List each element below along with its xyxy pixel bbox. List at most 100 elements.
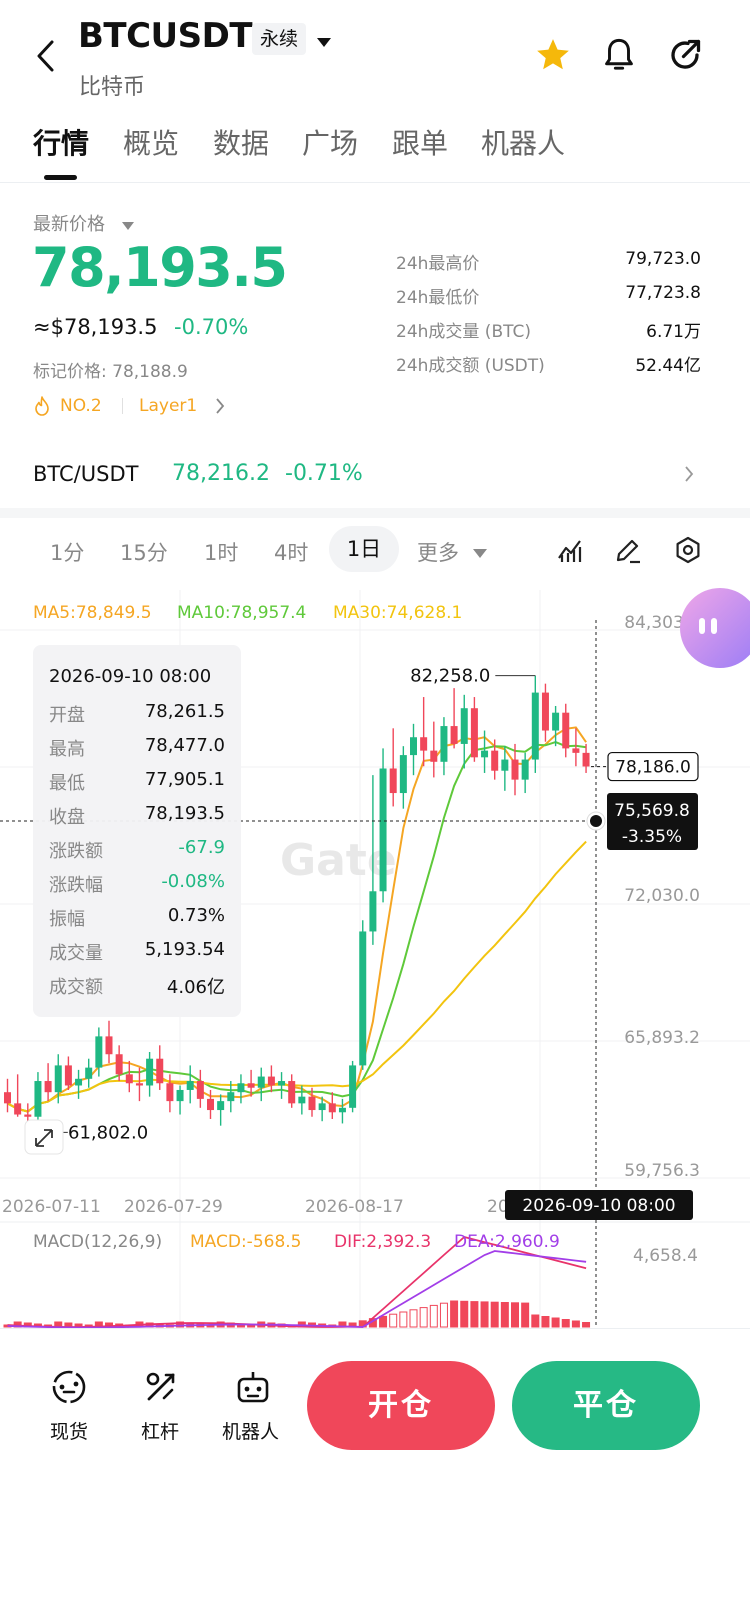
tooltip-row-label: 最高 (49, 739, 85, 760)
candle-body (135, 1083, 143, 1086)
tab-copy-trade[interactable]: 跟单 (392, 122, 448, 162)
robot-icon[interactable] (234, 1368, 272, 1410)
spot-pair-row[interactable]: BTC/USDT 78,216.2 -0.71% (0, 448, 750, 502)
candle-body (125, 1074, 133, 1084)
indicator-icon[interactable] (556, 536, 584, 568)
macd-bar (551, 1317, 560, 1328)
divider (0, 182, 750, 183)
candle-body (369, 891, 377, 932)
candle-body (247, 1083, 255, 1088)
macd-bar (541, 1316, 550, 1328)
rank-tag[interactable]: NO.2 (60, 396, 102, 416)
candle-body (237, 1083, 245, 1093)
back-arrow-icon[interactable] (30, 38, 66, 74)
candle-body (308, 1096, 316, 1111)
price-change: -0.70% (174, 315, 249, 339)
macd-bar (500, 1302, 509, 1328)
interval-1d-active[interactable]: 1日 (329, 526, 399, 572)
leverage-label[interactable]: 杠杆 (141, 1417, 179, 1444)
tab-square[interactable]: 广场 (302, 122, 358, 162)
stat-row: 24h成交量 (BTC) 6.71万 (396, 316, 701, 350)
draw-pencil-icon[interactable] (614, 536, 642, 568)
close-position-button[interactable]: 平仓 (512, 1361, 700, 1450)
sector-chevron-right-icon[interactable] (215, 398, 225, 418)
macd-bar (450, 1300, 459, 1328)
tooltip-row-label: 收盘 (49, 807, 85, 828)
candle-body (217, 1101, 225, 1111)
nav-tabs: 行情 概览 数据 广场 跟单 机器人 (0, 120, 750, 182)
tooltip-row-value: 78,477.0 (144, 735, 225, 756)
candle-body (501, 759, 509, 771)
stat-row: 24h最低价 77,723.8 (396, 282, 701, 316)
spot-icon[interactable] (50, 1368, 88, 1410)
stat-label: 24h成交量 (BTC) (396, 322, 531, 342)
open-position-button[interactable]: 开仓 (307, 1361, 495, 1450)
stat-row: 24h成交额 (USDT) 52.44亿 (396, 350, 701, 384)
spot-label[interactable]: 现货 (50, 1417, 88, 1444)
candle-body (85, 1067, 93, 1079)
fire-icon (33, 396, 51, 420)
stat-value: 6.71万 (646, 322, 701, 342)
macd-bar (399, 1311, 408, 1328)
macd-bar (379, 1315, 388, 1328)
floating-assistant-button[interactable] (680, 588, 750, 668)
tooltip-date: 2026-09-10 08:00 (49, 666, 212, 687)
interval-4h[interactable]: 4时 (274, 537, 308, 567)
contract-type-badge[interactable]: 永续 (252, 23, 307, 55)
macd-bar (571, 1320, 580, 1328)
candle-body (54, 1065, 62, 1093)
symbol-title[interactable]: BTCUSDT (78, 16, 253, 56)
ohlc-tooltip: 2026-09-10 08:00 开盘 78,261.5 最高 78,477.0 最低 7… (33, 645, 241, 1017)
candle-body (328, 1103, 336, 1113)
tab-market[interactable]: 行情 (33, 122, 89, 162)
candle-body (257, 1076, 265, 1088)
candle-body (298, 1096, 306, 1104)
candle-body (115, 1054, 123, 1075)
settings-hex-icon[interactable] (673, 535, 703, 569)
favorite-star-icon[interactable] (534, 36, 572, 78)
candle-body (24, 1114, 32, 1117)
bell-icon[interactable] (601, 36, 637, 78)
interval-1m[interactable]: 1分 (50, 537, 84, 567)
y-tick-label: 65,893.2 (624, 1028, 700, 1048)
candle-body (34, 1081, 42, 1117)
price-label-dropdown-icon[interactable] (122, 216, 134, 235)
more-dropdown-icon[interactable] (473, 544, 487, 563)
sector-tag[interactable]: Layer1 (139, 396, 197, 416)
leverage-icon[interactable] (142, 1368, 180, 1410)
mark-price: 标记价格: 78,188.9 (33, 362, 188, 382)
tooltip-row-label: 开盘 (49, 705, 85, 726)
tooltip-row-label: 成交量 (49, 943, 103, 964)
price-label[interactable]: 最新价格 (33, 210, 105, 236)
tab-bot[interactable]: 机器人 (481, 122, 565, 162)
robot-label[interactable]: 机器人 (222, 1417, 279, 1444)
stats-panel: 24h最高价 79,723.0 24h最低价 77,723.8 24h成交量 (BT… (396, 248, 701, 384)
interval-1h[interactable]: 1时 (204, 537, 238, 567)
tooltip-row-label: 最低 (49, 773, 85, 794)
bottom-bar: 现货 杠杆 机器人 开仓 平仓 (0, 1328, 750, 1604)
candle-body (288, 1081, 296, 1104)
macd-bar (511, 1302, 519, 1328)
usd-price: ≈$78,193.5 (33, 315, 158, 339)
tooltip-row-value: 78,193.5 (144, 803, 225, 824)
candle-body (4, 1092, 11, 1104)
tab-data[interactable]: 数据 (213, 122, 269, 162)
interval-more[interactable]: 更多 (417, 537, 459, 567)
tooltip-row-label: 振幅 (49, 909, 85, 930)
chevron-right-icon[interactable] (684, 466, 694, 486)
macd-bar (521, 1302, 530, 1328)
symbol-dropdown-icon[interactable] (316, 33, 332, 52)
candle-body (440, 726, 448, 762)
candle-body (562, 712, 570, 749)
macd-label: MACD(12,26,9) (33, 1232, 163, 1252)
ma5-legend: MA5:78,849.5 (33, 603, 152, 623)
interval-15m[interactable]: 15分 (120, 537, 168, 567)
macd-bar (439, 1302, 448, 1328)
candle-body (349, 1065, 357, 1108)
tab-overview[interactable]: 概览 (123, 122, 179, 162)
candle-body (531, 692, 539, 760)
macd-bar (582, 1322, 591, 1328)
share-icon[interactable] (667, 37, 703, 77)
x-tick-label: 2026-08-17 (305, 1197, 404, 1217)
interval-bar: 1分 15分 1时 4时 1日 更多 (0, 524, 750, 576)
